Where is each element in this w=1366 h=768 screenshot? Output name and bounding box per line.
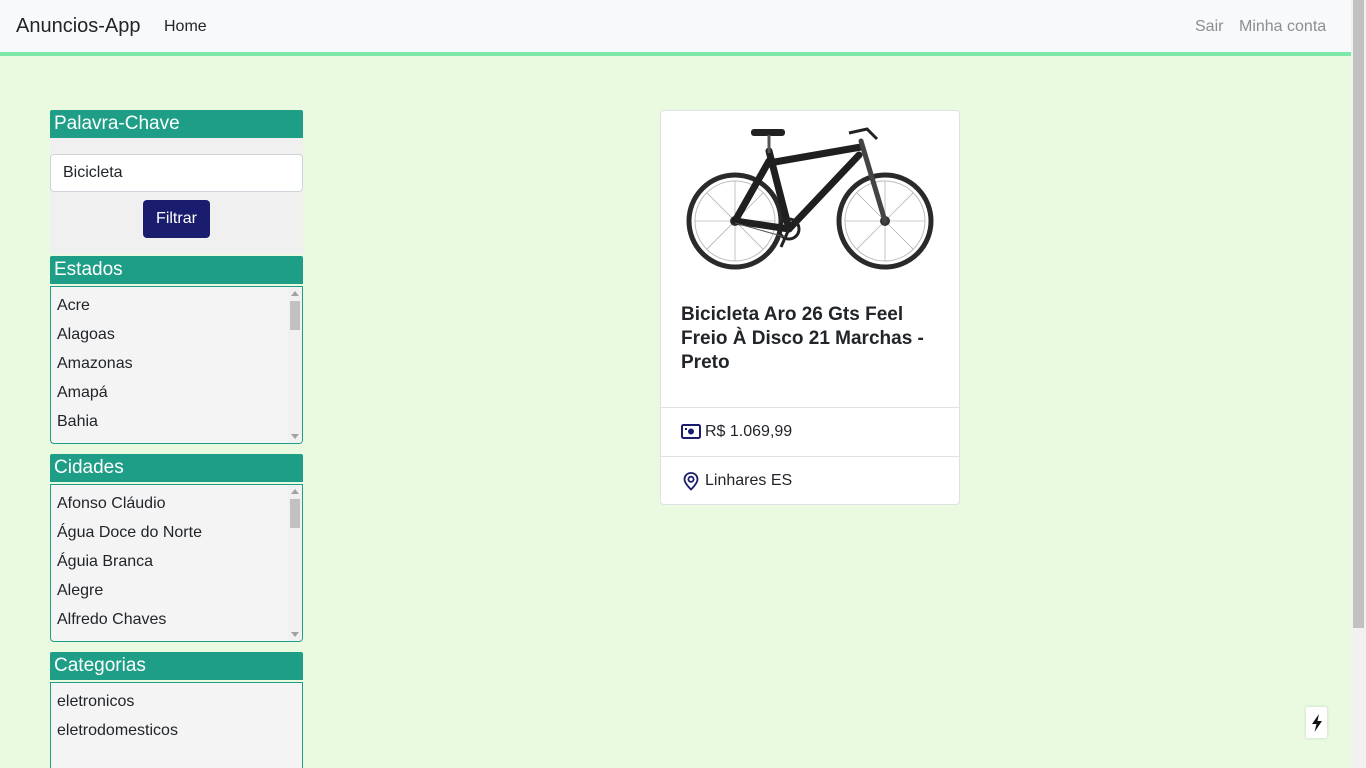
categoria-option[interactable]: eletrodomesticos xyxy=(51,716,302,745)
keyword-input[interactable] xyxy=(50,154,303,192)
estado-option[interactable]: Acre xyxy=(51,291,302,320)
bicycle-image[interactable] xyxy=(681,119,941,277)
scroll-down-arrow-icon[interactable] xyxy=(291,632,299,637)
estados-scrollbar-thumb[interactable] xyxy=(290,301,300,330)
map-pin-icon xyxy=(683,472,699,491)
nav-link-home[interactable]: Home xyxy=(164,18,207,36)
cidade-option[interactable]: Alfredo Chaves xyxy=(51,605,302,634)
estado-option[interactable]: Alagoas xyxy=(51,320,302,349)
listing-location: Linhares ES xyxy=(705,472,793,489)
filter-sidebar: Palavra-Chave Filtrar Estados Acre Alago… xyxy=(50,110,303,768)
listing-price: R$ 1.069,99 xyxy=(705,423,793,440)
estados-listbox[interactable]: Acre Alagoas Amazonas Amapá Bahia xyxy=(50,286,303,444)
nav-link-sair[interactable]: Sair xyxy=(1195,18,1223,36)
keyword-section: Filtrar xyxy=(50,138,303,254)
listing-title[interactable]: Bicicleta Aro 26 Gts Feel Freio À Disco … xyxy=(681,303,941,375)
cidade-option[interactable]: Água Doce do Norte xyxy=(51,518,302,547)
scroll-up-arrow-icon[interactable] xyxy=(291,291,299,296)
brand-logo[interactable]: Anuncios-App xyxy=(16,15,141,38)
listing-price-row: R$ 1.069,99 xyxy=(661,407,959,456)
listing-card[interactable]: Bicicleta Aro 26 Gts Feel Freio À Disco … xyxy=(660,110,960,505)
cidades-scrollbar-thumb[interactable] xyxy=(290,499,300,528)
cash-icon xyxy=(681,424,701,439)
quick-action-button[interactable] xyxy=(1306,707,1327,738)
estados-scrollbar[interactable] xyxy=(288,287,302,443)
cidade-option[interactable]: Águia Branca xyxy=(51,547,302,576)
scroll-up-arrow-icon[interactable] xyxy=(291,489,299,494)
cidades-header: Cidades xyxy=(50,454,303,482)
page-scrollbar[interactable] xyxy=(1351,0,1366,768)
cidades-scrollbar[interactable] xyxy=(288,485,302,641)
estado-option[interactable]: Amazonas xyxy=(51,349,302,378)
estado-option[interactable]: Amapá xyxy=(51,378,302,407)
categorias-header: Categorias xyxy=(50,652,303,680)
cidade-option[interactable]: Alegre xyxy=(51,576,302,605)
page-scrollbar-thumb[interactable] xyxy=(1353,0,1364,628)
scroll-down-arrow-icon[interactable] xyxy=(291,434,299,439)
lightning-icon xyxy=(1311,713,1322,732)
top-navbar: Anuncios-App Home Sair Minha conta xyxy=(0,0,1351,56)
categoria-option[interactable]: eletronicos xyxy=(51,687,302,716)
keyword-header: Palavra-Chave xyxy=(50,110,303,138)
estados-header: Estados xyxy=(50,256,303,284)
listing-location-row: Linhares ES xyxy=(661,456,959,505)
cidades-listbox[interactable]: Afonso Cláudio Água Doce do Norte Águia … xyxy=(50,484,303,642)
cidade-option[interactable]: Afonso Cláudio xyxy=(51,489,302,518)
filtrar-button[interactable]: Filtrar xyxy=(143,200,210,238)
estado-option[interactable]: Bahia xyxy=(51,407,302,436)
nav-link-minha-conta[interactable]: Minha conta xyxy=(1239,18,1326,36)
categorias-listbox[interactable]: eletronicos eletrodomesticos xyxy=(50,682,303,768)
